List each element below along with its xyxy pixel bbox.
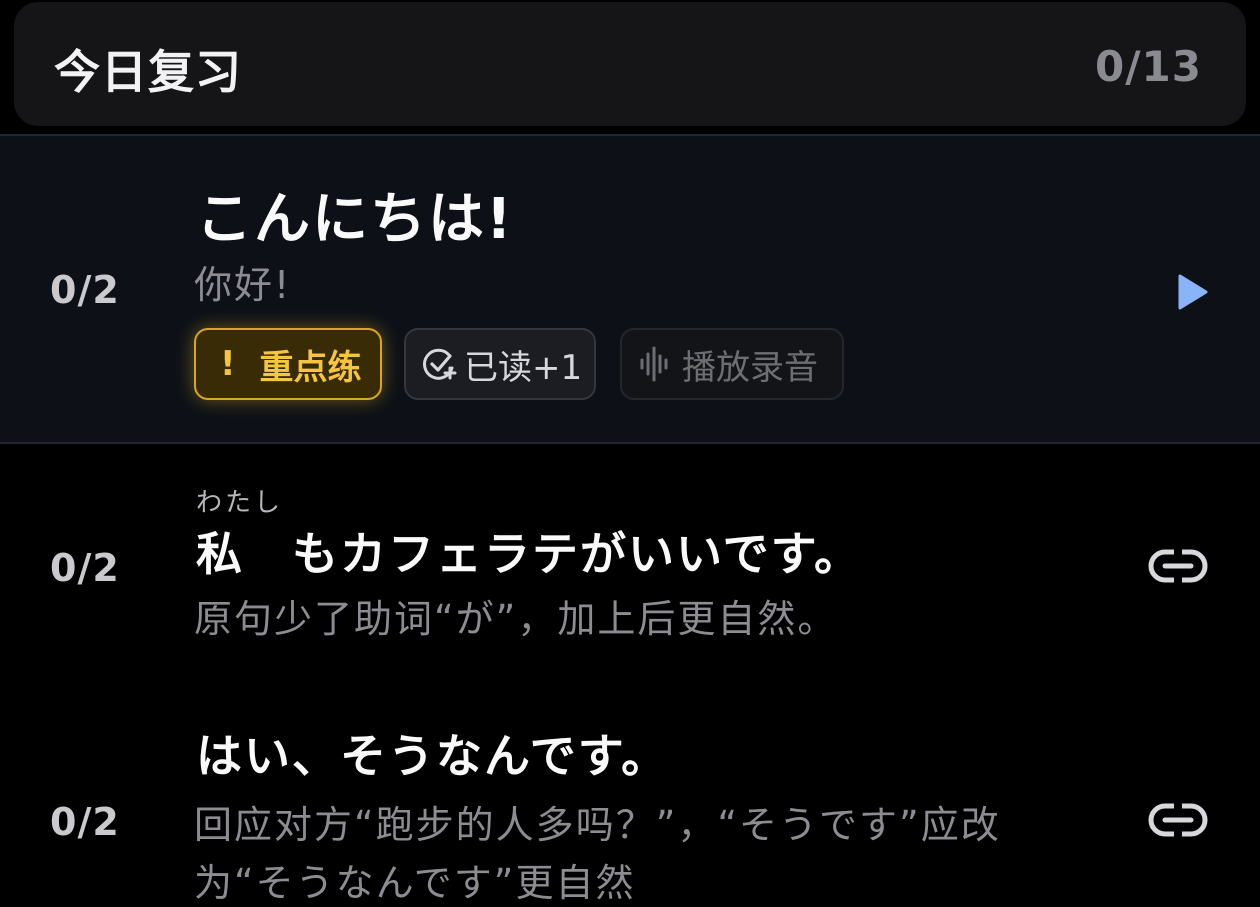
- furigana: わたし: [196, 488, 284, 518]
- correction-note-line-1: 回应对方“跑步的人多吗？”，“そうです”应改: [194, 803, 1001, 847]
- japanese-sentence: こんにちは!: [196, 187, 514, 252]
- link-icon[interactable]: [1148, 802, 1208, 838]
- play-recording-button[interactable]: 播放录音: [620, 328, 844, 400]
- focus-practice-button[interactable]: ! 重点练: [194, 328, 382, 400]
- link-icon[interactable]: [1148, 548, 1208, 584]
- mark-read-button[interactable]: 已读+1: [404, 328, 596, 400]
- correction-note: 原句少了助词“が”，加上后更自然。: [194, 597, 838, 641]
- review-item-1[interactable]: 0/2 こんにちは! 你好! ! 重点练 已读+1 播放录音: [0, 134, 1260, 444]
- focus-practice-label: 重点练: [259, 347, 362, 388]
- mark-read-label: 已读+1: [464, 347, 583, 388]
- page-title: 今日复习: [54, 45, 242, 99]
- chinese-translation: 你好!: [194, 263, 292, 307]
- waveform-icon: [640, 346, 668, 382]
- exclamation-icon: !: [220, 344, 236, 384]
- item-progress: 0/2: [50, 800, 120, 844]
- japanese-sentence: はい、そうなんです。: [196, 729, 670, 783]
- item-progress: 0/2: [50, 268, 120, 312]
- check-plus-icon: [423, 348, 457, 380]
- play-icon[interactable]: [1174, 272, 1210, 312]
- japanese-sentence: 私 もカフェラテがいいです。: [196, 527, 863, 581]
- review-header: 今日复习 0/13: [14, 2, 1246, 126]
- review-count: 0/13: [1094, 42, 1202, 91]
- item-progress: 0/2: [50, 546, 120, 590]
- play-recording-label: 播放录音: [682, 347, 818, 388]
- correction-note-line-2: 为“そうなんです”更自然: [194, 861, 636, 905]
